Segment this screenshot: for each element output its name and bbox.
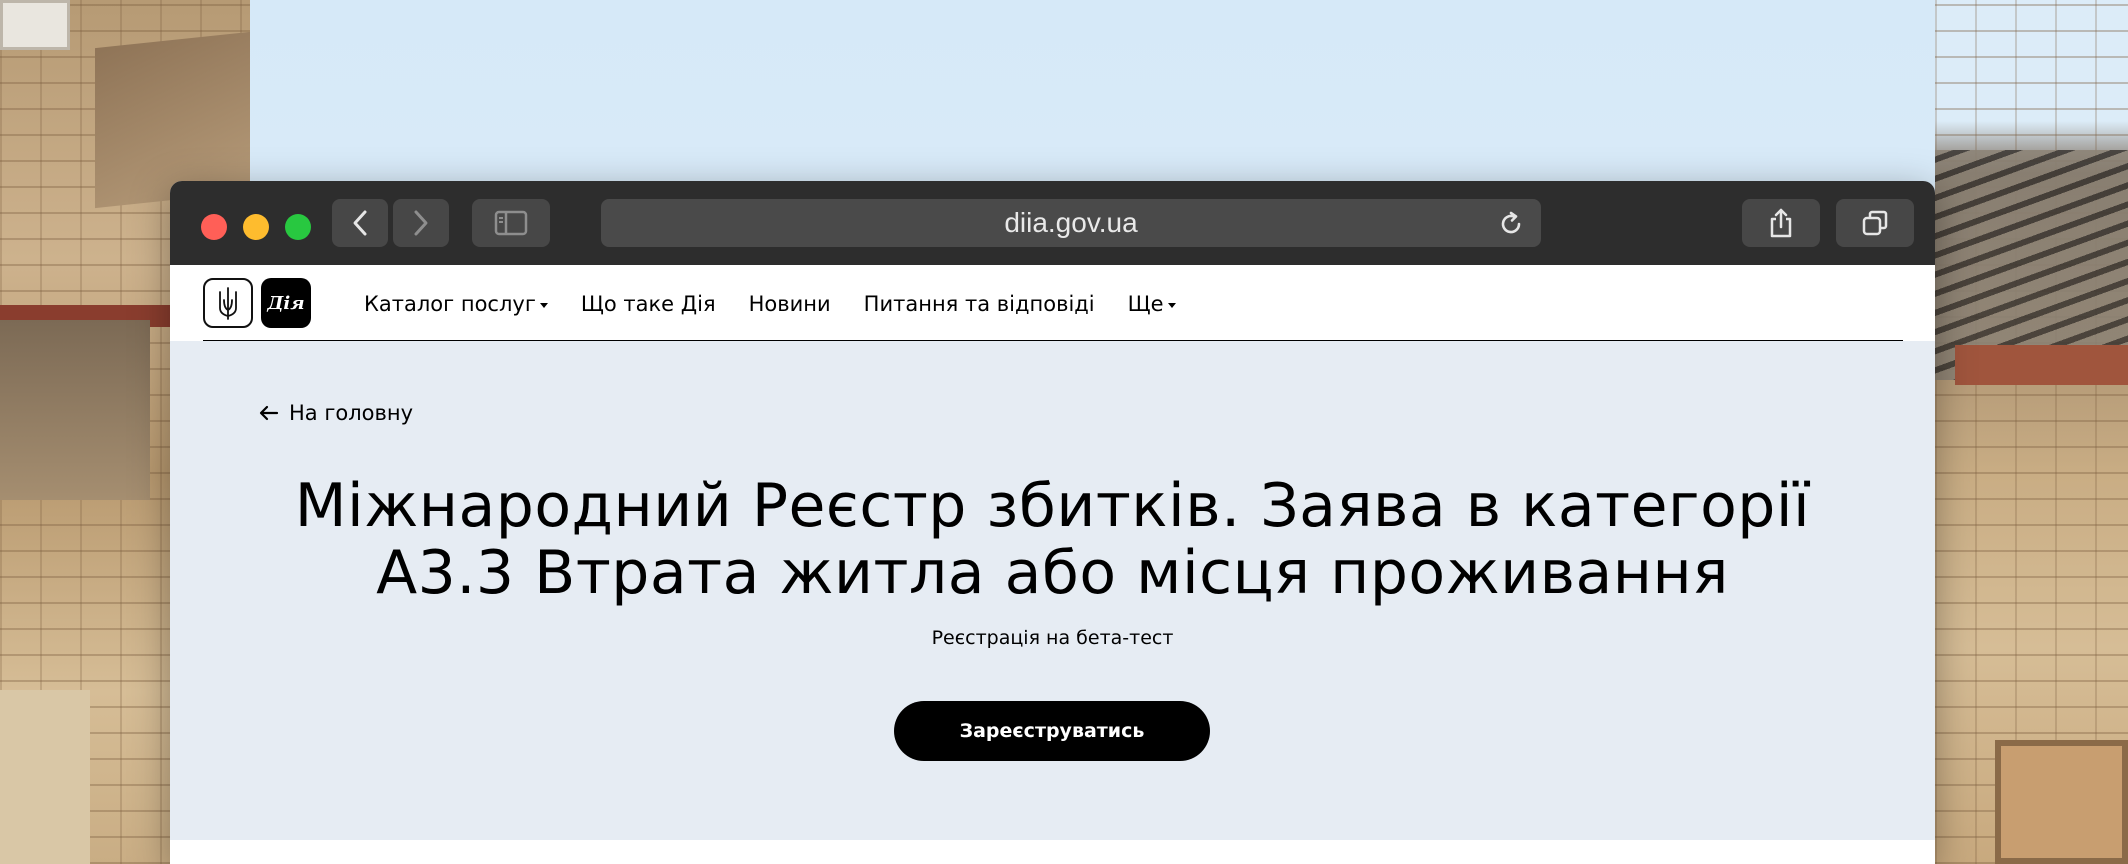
main-content: На головну Міжнародний Реєстр збитків. З… — [170, 341, 1935, 840]
maximize-window-button[interactable] — [285, 214, 311, 240]
nav-item-about[interactable]: Що таке Дія — [581, 292, 716, 316]
page-subtitle: Реєстрація на бета-тест — [931, 627, 1174, 649]
background-building-right — [1935, 0, 2128, 864]
page-title-line-1: Міжнародний Реєстр збитків. Заява в кате… — [294, 471, 1811, 541]
nav-item-catalog[interactable]: Каталог послуг — [364, 292, 548, 316]
arrow-left-icon — [259, 405, 279, 421]
back-button[interactable] — [332, 199, 388, 247]
share-button[interactable] — [1742, 199, 1820, 247]
share-icon — [1770, 208, 1792, 238]
caret-down-icon — [1167, 302, 1176, 308]
close-window-button[interactable] — [201, 214, 227, 240]
sidebar-toggle-button[interactable] — [472, 199, 550, 247]
nav-item-more[interactable]: Ще — [1128, 292, 1176, 316]
address-bar[interactable]: diia.gov.ua — [601, 199, 1541, 247]
back-link-label: На головну — [289, 401, 414, 425]
sidebar-icon — [494, 210, 528, 236]
register-button[interactable]: Зареєструватись — [894, 701, 1210, 761]
caret-down-icon — [539, 302, 548, 308]
trident-logo[interactable] — [203, 278, 253, 328]
content-section-edge — [170, 840, 1935, 864]
nav-item-faq[interactable]: Питання та відповіді — [864, 292, 1095, 316]
page-title: Міжнародний Реєстр збитків. Заява в кате… — [170, 473, 1935, 607]
chevron-right-icon — [414, 210, 428, 236]
forward-button[interactable] — [393, 199, 449, 247]
diia-logo[interactable]: Дія — [261, 278, 311, 328]
nav-item-label: Ще — [1127, 292, 1164, 316]
back-to-home-link[interactable]: На головну — [259, 401, 413, 425]
browser-toolbar: diia.gov.ua — [170, 181, 1935, 265]
chevron-left-icon — [353, 210, 367, 236]
tabs-overview-button[interactable] — [1836, 199, 1914, 247]
main-nav: Каталог послуг Що таке Дія Новини Питанн… — [364, 287, 1209, 321]
nav-item-label: Питання та відповіді — [863, 292, 1095, 316]
url-text: diia.gov.ua — [1004, 207, 1138, 238]
nav-item-news[interactable]: Новини — [749, 292, 831, 316]
nav-item-label: Що таке Дія — [580, 292, 716, 316]
browser-window: diia.gov.ua Дія Каталог послуг Що таке Д… — [170, 181, 1935, 864]
nav-item-label: Новини — [748, 292, 831, 316]
trident-icon — [219, 287, 237, 320]
minimize-window-button[interactable] — [243, 214, 269, 240]
nav-item-label: Каталог послуг — [364, 292, 536, 316]
tabs-icon — [1862, 210, 1888, 236]
page-title-line-2: А3.3 Втрата житла або місця проживання — [376, 538, 1729, 608]
reload-icon[interactable] — [1497, 210, 1525, 238]
